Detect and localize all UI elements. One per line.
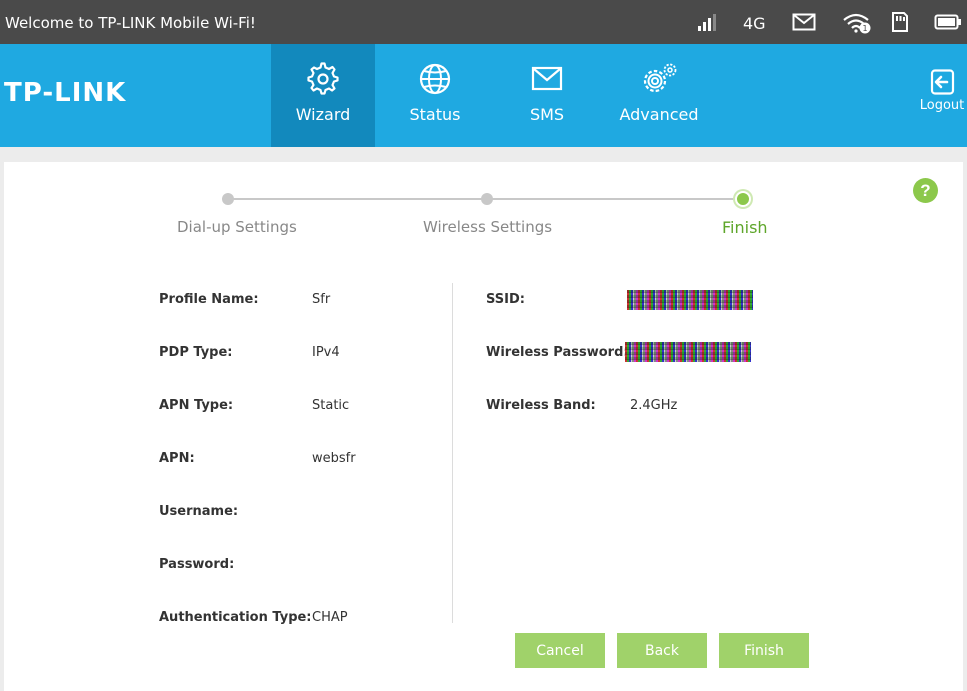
wireless-password-label: Wireless Password: xyxy=(486,345,629,360)
nav-advanced-label: Advanced xyxy=(619,105,699,124)
pdp-type-value: IPv4 xyxy=(312,345,340,360)
username-label: Username: xyxy=(159,504,239,519)
signal-icon xyxy=(697,12,717,34)
globe-icon xyxy=(419,63,451,95)
apn-value: websfr xyxy=(312,451,356,466)
profile-name-value: Sfr xyxy=(312,292,331,307)
nav-sms[interactable]: SMS xyxy=(495,44,599,147)
logout-label: Logout xyxy=(919,98,965,113)
mail-icon[interactable] xyxy=(792,12,816,34)
auth-type-value: CHAP xyxy=(312,610,348,625)
help-icon[interactable]: ? xyxy=(913,178,938,203)
sim-card-icon xyxy=(891,12,909,34)
nav-wizard[interactable]: Wizard xyxy=(271,44,375,147)
step-label-finish: Finish xyxy=(722,218,768,237)
nav-advanced[interactable]: Advanced xyxy=(607,44,711,147)
pdp-type-label: PDP Type: xyxy=(159,345,233,360)
nav-status[interactable]: Status xyxy=(383,44,487,147)
envelope-icon xyxy=(531,66,563,91)
status-bar: Welcome to TP-LINK Mobile Wi-Fi! 4G 1 xyxy=(0,0,967,44)
apn-type-label: APN Type: xyxy=(159,398,234,413)
wifi-clients-count: 1 xyxy=(862,24,867,33)
auth-type-label: Authentication Type: xyxy=(159,610,312,625)
welcome-text: Welcome to TP-LINK Mobile Wi-Fi! xyxy=(5,14,256,32)
logout-button[interactable]: Logout xyxy=(917,68,967,118)
wizard-panel: ? Dial-up Settings Wireless Settings Fin… xyxy=(4,162,963,691)
nav-wizard-label: Wizard xyxy=(295,105,351,124)
logout-icon xyxy=(930,69,955,95)
step-dot-finish xyxy=(735,191,751,207)
nav-bar: TP-LINK Wizard Status SMS Advanced Logou… xyxy=(0,44,967,147)
wireless-band-value: 2.4GHz xyxy=(630,398,678,413)
ssid-label: SSID: xyxy=(486,292,525,307)
wireless-band-label: Wireless Band: xyxy=(486,398,596,413)
back-button[interactable]: Back xyxy=(617,633,707,668)
ssid-value-redacted xyxy=(627,290,753,310)
network-type: 4G xyxy=(743,14,766,33)
profile-name-label: Profile Name: xyxy=(159,292,259,307)
password-label: Password: xyxy=(159,557,235,572)
apn-label: APN: xyxy=(159,451,195,466)
gear-icon xyxy=(307,62,339,95)
wireless-password-value-redacted xyxy=(625,342,751,362)
step-dot-wireless xyxy=(481,193,493,205)
cancel-button[interactable]: Cancel xyxy=(515,633,605,668)
wifi-icon: 1 xyxy=(842,12,872,34)
step-label-wireless: Wireless Settings xyxy=(423,218,553,236)
finish-button[interactable]: Finish xyxy=(719,633,809,668)
step-dot-dialup xyxy=(222,193,234,205)
column-divider xyxy=(452,283,453,623)
apn-type-value: Static xyxy=(312,398,350,413)
step-label-dialup: Dial-up Settings xyxy=(177,218,297,236)
nav-sms-label: SMS xyxy=(529,105,565,124)
battery-icon xyxy=(934,12,962,34)
tplink-logo: TP-LINK xyxy=(4,78,127,108)
nav-status-label: Status xyxy=(409,105,461,124)
gears-icon xyxy=(643,63,677,93)
